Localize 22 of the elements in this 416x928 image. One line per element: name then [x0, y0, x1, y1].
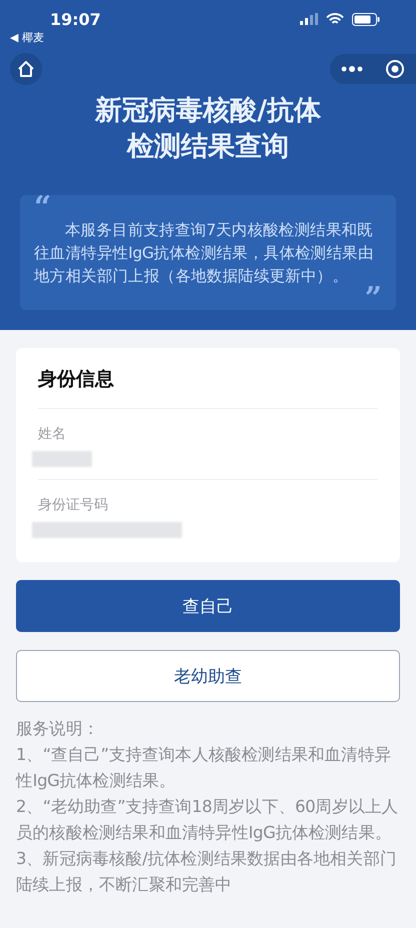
open-quote-mark: “ — [34, 197, 52, 215]
page-title: 新冠病毒核酸/抗体 检测结果查询 — [94, 94, 322, 164]
field-label: 姓名 — [38, 425, 67, 443]
note-text: 3、新冠病毒核酸/抗体检测结果数据由各地相关部门陆续上报，不断汇聚和完善中 — [16, 848, 398, 896]
close-quote-mark: ” — [364, 288, 382, 306]
notes-heading: 服务说明： — [16, 718, 100, 740]
assist-query-button[interactable]: 老幼助查 — [16, 650, 400, 702]
field-label: 身份证号码 — [38, 496, 109, 514]
signal-icon — [300, 13, 318, 25]
back-link[interactable]: ◀ 椰麦 — [0, 30, 416, 45]
note-text: 2、“老幼助查”支持查询18周岁以下、60周岁以上人员的核酸检测结果和血清特异性IgG抗体检测结果。 — [16, 796, 400, 844]
more-button[interactable] — [339, 64, 365, 74]
wifi-icon — [326, 12, 344, 26]
status-time: 19:07 — [50, 10, 101, 28]
battery-icon — [352, 12, 380, 26]
close-button[interactable] — [383, 57, 407, 81]
home-button[interactable] — [10, 53, 42, 85]
note-text: 1、“查自己”支持查询本人核酸检测结果和血清特异性IgG抗体检测结果。 — [16, 744, 392, 792]
query-self-button[interactable]: 查自己 — [16, 580, 400, 632]
card-title: 身份信息 — [38, 358, 378, 409]
intro-text: 本服务目前支持查询7天内核酸检测结果和既往血清特异性IgG抗体检测结果，具体检测结果由地方相关部门上报（各地数据陆续更新中）。 — [34, 220, 375, 286]
home-icon — [17, 60, 35, 78]
